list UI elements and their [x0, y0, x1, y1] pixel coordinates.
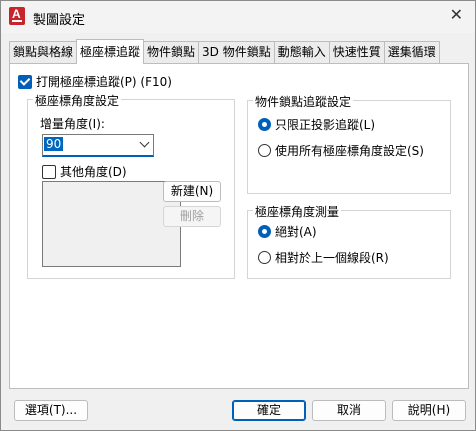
tab-polar-tracking[interactable]: 極座標追蹤 [76, 39, 145, 64]
tab-strip: 鎖點與格線 極座標追蹤 物件鎖點 3D 物件鎖點 動態輸入 快速性質 選集循環 [9, 39, 440, 64]
checkbox-unchecked-icon [42, 164, 56, 179]
angle-settings-title: 極座標角度設定 [33, 92, 122, 109]
orthogonal-only-radio[interactable]: 只限正投影追蹤(L) [258, 116, 375, 133]
checkbox-checked-icon [18, 74, 32, 89]
tab-3d-object-snap[interactable]: 3D 物件鎖點 [198, 41, 275, 63]
relative-last-segment-label: 相對於上一個線段(R) [275, 251, 389, 265]
delete-angle-button[interactable]: 刪除 [163, 206, 221, 227]
tab-object-snap[interactable]: 物件鎖點 [143, 41, 200, 63]
tab-quick-properties[interactable]: 快速性質 [328, 41, 385, 63]
radio-selected-icon [258, 118, 271, 131]
absolute-label: 絕對(A) [275, 225, 317, 239]
autocad-app-icon [9, 7, 25, 25]
orthogonal-only-label: 只限正投影追蹤(L) [275, 118, 376, 132]
osnap-tracking-group: 物件鎖點追蹤設定 只限正投影追蹤(L) 使用所有極座標角度設定(S) [247, 93, 451, 194]
relative-last-segment-radio[interactable]: 相對於上一個線段(R) [258, 249, 389, 266]
help-button[interactable]: 說明(H) [392, 400, 466, 421]
ok-button[interactable]: 確定 [232, 400, 306, 421]
angle-measurement-title: 極座標角度測量 [253, 203, 342, 220]
cancel-button[interactable]: 取消 [312, 400, 386, 421]
new-angle-button[interactable]: 新建(N) [163, 181, 221, 202]
tab-selection-cycling[interactable]: 選集循環 [383, 41, 440, 63]
enable-polar-label: 打開極座標追蹤(P) (F10) [36, 75, 172, 89]
chevron-down-icon [139, 137, 150, 148]
drafting-settings-dialog: 製圖設定 ✕ 鎖點與格線 極座標追蹤 物件鎖點 3D 物件鎖點 動態輸入 快速性… [0, 0, 476, 431]
polar-tracking-panel: 打開極座標追蹤(P) (F10) 極座標角度設定 增量角度(I): 90 其他角… [9, 63, 469, 389]
angle-settings-group: 極座標角度設定 增量角度(I): 90 其他角度(D) 新建(N) 刪除 [27, 92, 235, 279]
all-polar-angles-label: 使用所有極座標角度設定(S) [275, 144, 424, 158]
additional-angles-list[interactable] [42, 181, 181, 267]
increment-angle-combo[interactable]: 90 [42, 134, 154, 157]
angle-measurement-group: 極座標角度測量 絕對(A) 相對於上一個線段(R) [247, 203, 451, 279]
osnap-tracking-title: 物件鎖點追蹤設定 [253, 93, 354, 110]
options-button[interactable]: 選項(T)... [14, 400, 88, 421]
radio-selected-icon [258, 225, 271, 238]
title-bar: 製圖設定 ✕ [1, 1, 475, 33]
increment-angle-value: 90 [44, 137, 64, 151]
tab-snap-grid[interactable]: 鎖點與格線 [9, 41, 78, 63]
radio-unselected-icon [258, 251, 271, 264]
window-title: 製圖設定 [33, 13, 86, 28]
all-polar-angles-radio[interactable]: 使用所有極座標角度設定(S) [258, 142, 424, 159]
absolute-radio[interactable]: 絕對(A) [258, 223, 317, 240]
increment-angle-label: 增量角度(I): [40, 117, 105, 131]
enable-polar-checkbox[interactable]: 打開極座標追蹤(P) (F10) [18, 73, 172, 90]
tab-dynamic-input[interactable]: 動態輸入 [273, 41, 330, 63]
additional-angles-checkbox[interactable]: 其他角度(D) [42, 163, 127, 180]
additional-angles-label: 其他角度(D) [60, 165, 127, 179]
radio-unselected-icon [258, 144, 271, 157]
close-icon[interactable]: ✕ [450, 5, 463, 24]
